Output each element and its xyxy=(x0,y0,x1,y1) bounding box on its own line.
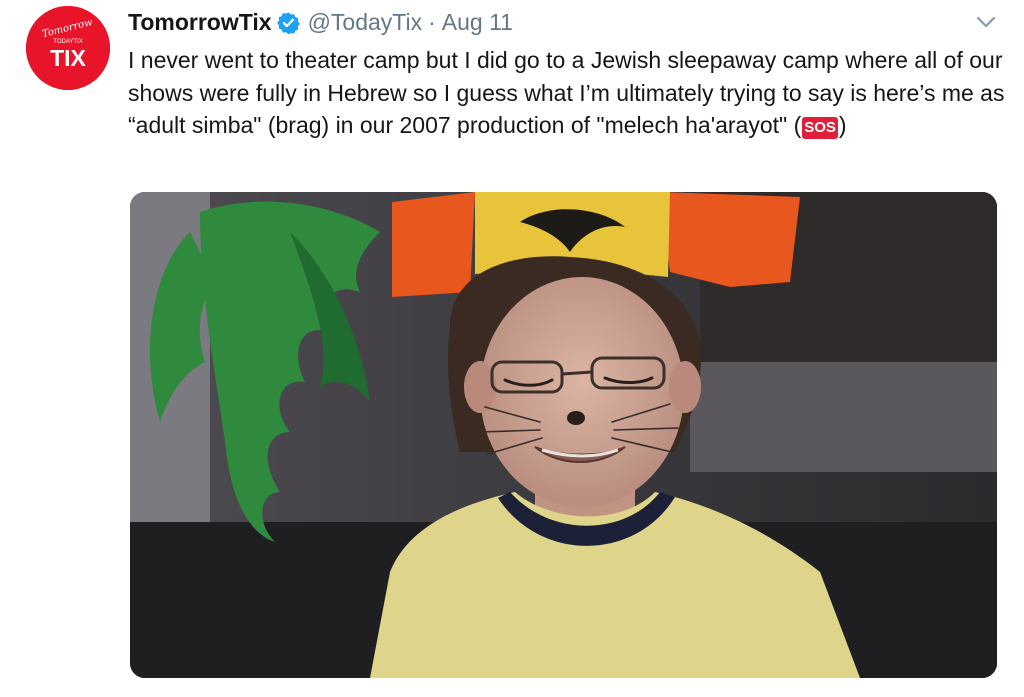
more-options-button[interactable] xyxy=(972,10,1000,34)
verified-badge-icon xyxy=(276,11,300,34)
tweet-text-body: I never went to theater camp but I did g… xyxy=(128,47,1005,138)
chevron-down-icon xyxy=(976,16,996,28)
user-handle[interactable]: @TodayTix xyxy=(308,9,423,36)
logo-main-text: TIX xyxy=(50,45,86,71)
tweet-text: I never went to theater camp but I did g… xyxy=(128,44,1008,142)
tweet-date[interactable]: Aug 11 xyxy=(442,9,513,36)
tweet-header: TomorrowTix @TodayTix · Aug 11 xyxy=(128,7,513,37)
separator-dot: · xyxy=(428,8,436,35)
photo-boy-in-lion-costume xyxy=(130,192,997,678)
sos-emoji-icon: SOS xyxy=(802,117,838,139)
display-name[interactable]: TomorrowTix xyxy=(128,9,272,36)
tweet-text-end: ) xyxy=(838,112,847,138)
tweet-photo[interactable] xyxy=(130,192,997,678)
profile-avatar[interactable]: Tomorrow TODAYTIX TIX xyxy=(26,6,110,90)
avatar-logo: Tomorrow TODAYTIX TIX xyxy=(26,6,110,90)
tweet: Tomorrow TODAYTIX TIX TomorrowTix @Today… xyxy=(0,0,1024,697)
